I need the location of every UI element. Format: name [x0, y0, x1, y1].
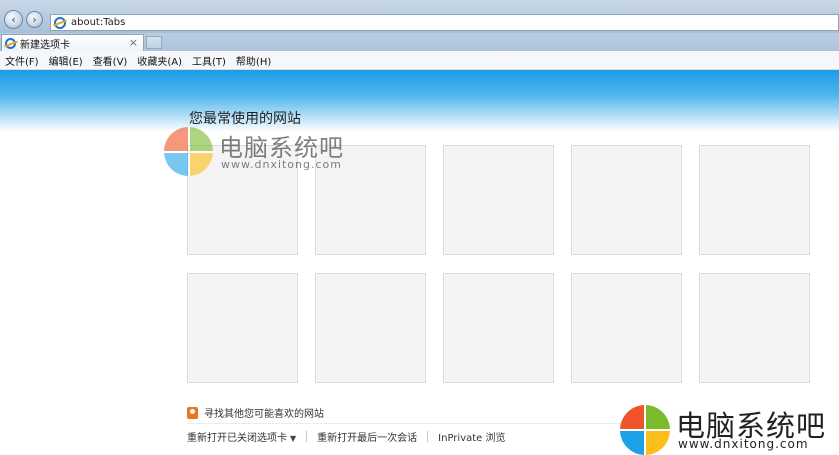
- watermark-logo-icon: [164, 127, 213, 176]
- site-tile[interactable]: [571, 145, 682, 255]
- address-bar[interactable]: about:Tabs: [50, 14, 839, 31]
- separator: [306, 431, 308, 442]
- footer-links: 重新打开已关闭选项卡 ▼ 重新打开最后一次会话 InPrivate 浏览: [187, 429, 516, 444]
- site-tile[interactable]: [571, 273, 682, 383]
- discover-label: 寻找其他您可能喜欢的网站: [204, 409, 324, 420]
- tab-close-icon[interactable]: ×: [129, 36, 138, 49]
- menu-file[interactable]: 文件(F): [0, 53, 44, 68]
- site-tile[interactable]: [443, 273, 554, 383]
- menu-edit[interactable]: 编辑(E): [44, 53, 88, 68]
- separator: [427, 431, 429, 442]
- inprivate-link[interactable]: InPrivate 浏览: [438, 429, 515, 444]
- site-tile[interactable]: [187, 273, 298, 383]
- lightbulb-icon: [187, 406, 198, 419]
- reopen-closed-tabs-label: 重新打开已关闭选项卡: [187, 433, 287, 444]
- reopen-closed-tabs-link[interactable]: 重新打开已关闭选项卡 ▼: [187, 429, 306, 444]
- tab-strip: 新建选项卡 ×: [0, 33, 839, 51]
- reopen-last-session-link[interactable]: 重新打开最后一次会话: [317, 429, 427, 444]
- forward-arrow-icon: ›: [32, 13, 37, 26]
- watermark-url: www.dnxitong.com: [678, 437, 809, 451]
- site-tile[interactable]: [315, 273, 426, 383]
- watermark-url: www.dnxitong.com: [221, 158, 342, 171]
- new-tab-button[interactable]: [146, 36, 162, 49]
- back-button[interactable]: ‹: [4, 10, 23, 29]
- tab-new-tab[interactable]: 新建选项卡 ×: [1, 34, 144, 51]
- menu-favorites[interactable]: 收藏夹(A): [132, 53, 187, 68]
- ie-icon: [5, 37, 16, 49]
- site-tile[interactable]: [699, 145, 810, 255]
- menu-help[interactable]: 帮助(H): [231, 53, 276, 68]
- browser-titlebar: ‹ › about:Tabs: [0, 0, 839, 34]
- divider: [187, 423, 624, 424]
- forward-button[interactable]: ›: [26, 11, 43, 28]
- ie-icon: [54, 16, 66, 29]
- site-tile[interactable]: [699, 273, 810, 383]
- menu-tools[interactable]: 工具(T): [187, 53, 231, 68]
- menu-bar: 文件(F) 编辑(E) 查看(V) 收藏夹(A) 工具(T) 帮助(H): [0, 51, 839, 70]
- address-text[interactable]: about:Tabs: [71, 17, 125, 28]
- header-gradient: [0, 70, 839, 132]
- discover-sites-link[interactable]: 寻找其他您可能喜欢的网站: [187, 405, 324, 420]
- back-arrow-icon: ‹: [11, 13, 16, 26]
- section-title: 您最常使用的网站: [189, 111, 301, 127]
- chevron-down-icon: ▼: [290, 434, 297, 443]
- menu-view[interactable]: 查看(V): [88, 53, 133, 68]
- watermark-logo-icon: [620, 405, 670, 455]
- tab-label: 新建选项卡: [20, 39, 70, 51]
- site-tile[interactable]: [443, 145, 554, 255]
